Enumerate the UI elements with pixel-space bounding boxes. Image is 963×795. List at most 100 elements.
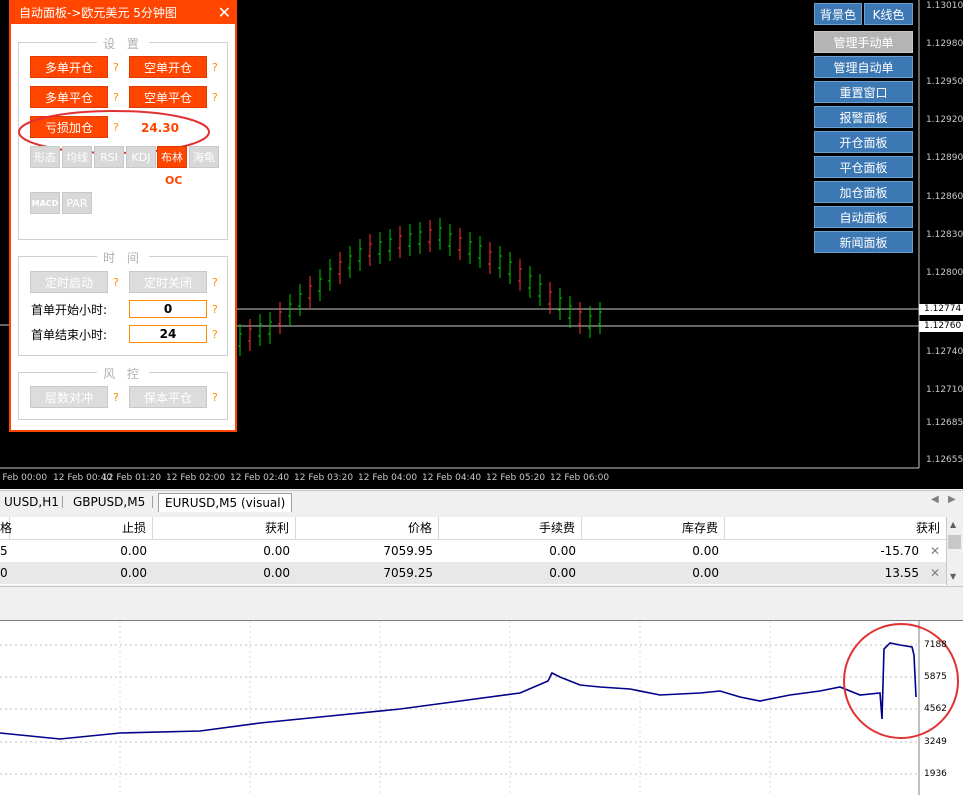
table-row[interactable]: 5 0.00 0.00 7059.95 0.00 0.00 -15.70 ✕ xyxy=(0,540,946,562)
time-axis-label: 12 Feb 03:20 xyxy=(294,473,354,483)
col-commission[interactable]: 手续费 xyxy=(439,517,582,539)
price-axis-label: 1.12710 xyxy=(926,385,963,395)
tab-eurusd-m5-visual[interactable]: EURUSD,M5 (visual) xyxy=(158,493,293,512)
equity-axis-label: 1936 xyxy=(924,769,947,779)
short-close-button[interactable]: 空单平仓 xyxy=(129,86,207,108)
manage-manual-button[interactable]: 管理手动单 xyxy=(814,31,913,53)
indicator-rsi-button[interactable]: RSI xyxy=(94,146,124,168)
first-start-field[interactable]: 0 xyxy=(129,300,207,318)
price-axis-label: 1.12950 xyxy=(926,77,963,87)
news-panel-button[interactable]: 新闻面板 xyxy=(814,231,913,253)
add-panel-button[interactable]: 加仓面板 xyxy=(814,181,913,203)
price-axis-label: 1.12890 xyxy=(926,153,963,163)
help-icon[interactable]: ? xyxy=(212,328,218,341)
cell-open: 5 xyxy=(0,544,8,558)
price-axis-label: 1.12830 xyxy=(926,230,963,240)
scroll-down-icon[interactable]: ▼ xyxy=(950,572,956,581)
close-icon[interactable]: ✕ xyxy=(218,2,231,24)
price-axis-label: 1.12655 xyxy=(926,455,963,465)
col-stop-loss[interactable]: 止损 xyxy=(10,517,153,539)
tab-usd-h1[interactable]: UUSD,H1 xyxy=(0,493,65,511)
help-icon[interactable]: ? xyxy=(113,91,119,104)
table-row[interactable]: 0 0.00 0.00 7059.25 0.00 0.00 13.55 ✕ xyxy=(0,562,946,584)
cell-tp: 0.00 xyxy=(263,544,290,558)
cell-profit: -15.70 xyxy=(880,544,919,558)
alert-panel-button[interactable]: 报警面板 xyxy=(814,106,913,128)
col-price-open[interactable]: 格 xyxy=(0,517,12,539)
time-axis-label: 12 Feb 01:20 xyxy=(102,473,162,483)
bg-color-button[interactable]: 背景色 xyxy=(814,3,862,25)
help-icon[interactable]: ? xyxy=(212,391,218,404)
chart-tabs: UUSD,H1 GBPUSD,M5 EURUSD,M5 (visual) ◀ ▶ xyxy=(0,490,963,513)
time-axis-label: 12 Feb 05:20 xyxy=(486,473,546,483)
indicator-par-button[interactable]: PAR xyxy=(62,192,92,214)
first-end-field[interactable]: 24 xyxy=(129,325,207,343)
price-axis-label: 1.12860 xyxy=(926,192,963,202)
help-icon[interactable]: ? xyxy=(113,61,119,74)
settings-title: 设 置 xyxy=(19,35,227,52)
panel-header[interactable]: 自动面板->欧元美元 5分钟图 ✕ xyxy=(11,2,235,24)
first-end-label: 首单结束小时: xyxy=(31,328,108,342)
long-open-button[interactable]: 多单开仓 xyxy=(30,56,108,78)
indicator-ma-button[interactable]: 均线 xyxy=(62,146,92,168)
long-close-button[interactable]: 多单平仓 xyxy=(30,86,108,108)
help-icon[interactable]: ? xyxy=(212,91,218,104)
divider xyxy=(0,586,963,587)
scroll-up-icon[interactable]: ▲ xyxy=(950,520,956,529)
indicator-kdj-button[interactable]: KDJ xyxy=(126,146,156,168)
help-icon[interactable]: ? xyxy=(113,276,119,289)
cell-sl: 0.00 xyxy=(120,544,147,558)
open-panel-button[interactable]: 开仓面板 xyxy=(814,131,913,153)
col-take-profit[interactable]: 获利 xyxy=(153,517,296,539)
auto-panel: 自动面板->欧元美元 5分钟图 ✕ 设 置 多单开仓 ? 空单开仓 ? 多单平仓… xyxy=(9,0,237,432)
indicator-pattern-button[interactable]: 形态 xyxy=(30,146,60,168)
help-icon[interactable]: ? xyxy=(212,303,218,316)
time-axis-label: 12 Feb 02:40 xyxy=(230,473,290,483)
timer-start-button[interactable]: 定时启动 xyxy=(30,271,108,293)
reset-window-button[interactable]: 重置窗口 xyxy=(814,81,913,103)
time-axis-label: 12 Feb 00:00 xyxy=(0,473,48,483)
price-axis-label: 1.12800 xyxy=(926,268,963,278)
short-open-button[interactable]: 空单开仓 xyxy=(129,56,207,78)
cell-profit: 13.55 xyxy=(884,566,919,580)
price-box-bid: 1.12760 xyxy=(919,321,963,332)
manage-auto-button[interactable]: 管理自动单 xyxy=(814,56,913,78)
auto-panel-button[interactable]: 自动面板 xyxy=(814,206,913,228)
cell-open: 0 xyxy=(0,566,8,580)
tab-separator xyxy=(152,496,153,508)
price-axis-label: 1.12980 xyxy=(926,39,963,49)
price-axis-label: 1.13010 xyxy=(926,1,963,11)
k-color-button[interactable]: K线色 xyxy=(864,3,913,25)
price-axis-label: 1.12685 xyxy=(926,418,963,428)
time-axis-label: 12 Feb 02:00 xyxy=(166,473,226,483)
indicator-macd-button[interactable]: MACD xyxy=(30,192,60,214)
col-profit[interactable]: 获利 xyxy=(725,517,946,539)
table-scrollbar[interactable]: ▲ ▼ xyxy=(946,517,963,585)
close-panel-button[interactable]: 平仓面板 xyxy=(814,156,913,178)
risk-title: 风 控 xyxy=(19,365,227,382)
tab-right-arrow-icon[interactable]: ▶ xyxy=(948,494,956,505)
time-axis-label: 12 Feb 04:40 xyxy=(422,473,482,483)
help-icon[interactable]: ? xyxy=(212,276,218,289)
panel-title: 自动面板->欧元美元 5分钟图 xyxy=(19,6,177,20)
equity-axis-label: 5875 xyxy=(924,672,947,682)
time-title: 时 间 xyxy=(19,249,227,266)
close-order-icon[interactable]: ✕ xyxy=(930,562,940,584)
time-axis-label: 12 Feb 04:00 xyxy=(358,473,418,483)
indicator-turtle-button[interactable]: 海龟 xyxy=(189,146,219,168)
scroll-thumb[interactable] xyxy=(948,535,961,549)
indicator-bollinger-button[interactable]: 布林 xyxy=(157,146,187,168)
help-icon[interactable]: ? xyxy=(212,61,218,74)
breakeven-button[interactable]: 保本平仓 xyxy=(129,386,207,408)
first-start-label: 首单开始小时: xyxy=(31,303,108,317)
close-order-icon[interactable]: ✕ xyxy=(930,540,940,562)
tab-left-arrow-icon[interactable]: ◀ xyxy=(931,494,939,505)
col-swap[interactable]: 库存费 xyxy=(582,517,725,539)
help-icon[interactable]: ? xyxy=(113,391,119,404)
layer-hedge-button[interactable]: 层数对冲 xyxy=(30,386,108,408)
tab-gbpusd-m5[interactable]: GBPUSD,M5 xyxy=(67,493,151,511)
equity-chart: 7188 5875 4562 3249 1936 xyxy=(0,620,963,795)
timer-stop-button[interactable]: 定时关闭 xyxy=(129,271,207,293)
col-price[interactable]: 价格 xyxy=(296,517,439,539)
cell-tp: 0.00 xyxy=(263,566,290,580)
